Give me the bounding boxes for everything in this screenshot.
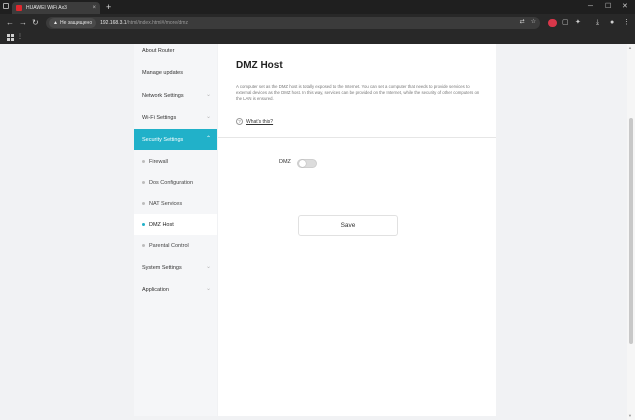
huawei-favicon-icon bbox=[16, 5, 22, 11]
chevron-down-icon: ⌄ bbox=[205, 92, 211, 98]
insecure-label: Не защищено bbox=[59, 20, 93, 26]
dmz-toggle[interactable] bbox=[297, 159, 317, 168]
dmz-host-panel: DMZ Host A computer set as the DMZ host … bbox=[218, 44, 496, 416]
back-button[interactable]: ← bbox=[6, 18, 14, 28]
tab-title: HUAWEI WiFi Ax3 bbox=[26, 5, 67, 11]
sidebar-item-security-settings[interactable]: Security Settings ⌃ bbox=[134, 129, 217, 150]
menu-icon[interactable]: ⋮ bbox=[623, 18, 630, 28]
minimize-button[interactable]: ─ bbox=[588, 2, 593, 11]
url-path: /html/index.html#/more/dmz bbox=[126, 20, 188, 26]
extension-icon[interactable]: ▢ bbox=[562, 18, 569, 28]
help-circle-icon: ? bbox=[236, 118, 243, 125]
save-button[interactable]: Save bbox=[298, 215, 398, 236]
bookmark-star-icon[interactable]: ☆ bbox=[531, 18, 536, 25]
bullet-icon bbox=[142, 160, 145, 163]
profile-icon[interactable]: ● bbox=[610, 18, 614, 28]
bookmarks-more-icon[interactable]: ⋮ bbox=[17, 33, 23, 40]
puzzle-icon[interactable]: ✦ bbox=[575, 18, 581, 28]
extension-badge-icon[interactable] bbox=[548, 19, 557, 27]
sidebar-item-system-settings[interactable]: System Settings ⌄ bbox=[134, 257, 217, 278]
bullet-icon bbox=[142, 244, 145, 247]
page-scrollbar[interactable]: ▲ ▼ bbox=[627, 44, 635, 420]
toggle-knob bbox=[299, 160, 306, 167]
whats-this-link[interactable]: ? What's this? bbox=[236, 118, 273, 125]
sidebar-subitem-label: Dos Configuration bbox=[149, 179, 194, 186]
sidebar-item-label: About Router bbox=[142, 47, 175, 54]
sidebar-item-label: Security Settings bbox=[142, 136, 184, 143]
reload-button[interactable]: ↻ bbox=[32, 18, 39, 28]
bullet-icon bbox=[142, 181, 145, 184]
whats-this-label: What's this? bbox=[246, 118, 274, 125]
tab-close-icon[interactable]: × bbox=[92, 5, 96, 11]
bullet-icon bbox=[142, 223, 145, 226]
chevron-down-icon: ⌄ bbox=[205, 264, 211, 270]
chevron-down-icon: ⌄ bbox=[205, 114, 211, 120]
translate-icon[interactable]: ⇄ bbox=[520, 18, 525, 25]
sidebar-item-label: System Settings bbox=[142, 264, 182, 271]
sidebar-subitem-label: Firewall bbox=[149, 158, 168, 165]
sidebar-subitem-label: DMZ Host bbox=[149, 221, 174, 228]
sidebar-item-label: Wi-Fi Settings bbox=[142, 114, 177, 121]
downloads-icon[interactable]: ⤓ bbox=[596, 18, 599, 28]
sidebar-item-about-router[interactable]: About Router bbox=[134, 40, 217, 61]
scroll-up-icon[interactable]: ▲ bbox=[628, 45, 632, 50]
sidebar-item-application[interactable]: Application ⌄ bbox=[134, 279, 217, 300]
new-tab-button[interactable]: + bbox=[106, 2, 111, 12]
chevron-up-icon: ⌃ bbox=[205, 136, 211, 142]
sidebar-subitem-label: NAT Services bbox=[149, 200, 183, 207]
page-title: DMZ Host bbox=[236, 60, 283, 71]
forward-button[interactable]: → bbox=[19, 18, 27, 28]
sidebar-subitem-label: Parental Control bbox=[149, 242, 189, 249]
sidebar-item-manage-updates[interactable]: Manage updates bbox=[134, 62, 217, 83]
sidebar-item-label: Application bbox=[142, 286, 169, 293]
close-window-button[interactable]: ✕ bbox=[622, 2, 628, 11]
maximize-button[interactable]: ☐ bbox=[605, 2, 611, 11]
sidebar-item-label: Manage updates bbox=[142, 69, 183, 76]
chevron-down-icon: ⌄ bbox=[205, 286, 211, 292]
dmz-description: A computer set as the DMZ host is totall… bbox=[236, 84, 480, 102]
dmz-label: DMZ bbox=[279, 159, 291, 165]
sidebar-item-network-settings[interactable]: Network Settings ⌄ bbox=[134, 85, 217, 106]
address-bar[interactable]: ▲ Не защищено 192.168.3.1 /html/index.ht… bbox=[46, 17, 540, 29]
browser-toolbar: ← → ↻ ▲ Не защищено 192.168.3.1 /html/in… bbox=[0, 14, 635, 32]
sidebar-subitem-dos-configuration[interactable]: Dos Configuration bbox=[134, 172, 217, 193]
bullet-icon bbox=[142, 202, 145, 205]
warning-icon: ▲ bbox=[53, 20, 58, 26]
router-page: About Router Manage updates Network Sett… bbox=[0, 44, 635, 420]
browser-tab[interactable]: HUAWEI WiFi Ax3 × bbox=[12, 2, 100, 14]
scroll-thumb[interactable] bbox=[629, 118, 633, 344]
url-host: 192.168.3.1 bbox=[100, 20, 127, 26]
sidebar-subitem-nat-services[interactable]: NAT Services bbox=[134, 193, 217, 214]
apps-grid-icon[interactable] bbox=[7, 34, 14, 41]
security-indicator[interactable]: ▲ Не защищено bbox=[49, 18, 97, 28]
sidebar-item-wifi-settings[interactable]: Wi-Fi Settings ⌄ bbox=[134, 107, 217, 128]
sidebar-item-label: Network Settings bbox=[142, 92, 184, 99]
sidebar-subitem-parental-control[interactable]: Parental Control bbox=[134, 235, 217, 256]
browser-tabstrip: HUAWEI WiFi Ax3 × + ─ ☐ ✕ bbox=[0, 0, 635, 14]
sidebar-subitem-dmz-host[interactable]: DMZ Host bbox=[134, 214, 217, 235]
sidebar: About Router Manage updates Network Sett… bbox=[134, 44, 217, 416]
divider bbox=[218, 137, 496, 138]
sidebar-subitem-firewall[interactable]: Firewall bbox=[134, 151, 217, 172]
tab-search-icon[interactable] bbox=[3, 3, 9, 9]
bookmarks-bar: ⋮ bbox=[0, 32, 635, 44]
scroll-down-icon[interactable]: ▼ bbox=[628, 413, 632, 418]
